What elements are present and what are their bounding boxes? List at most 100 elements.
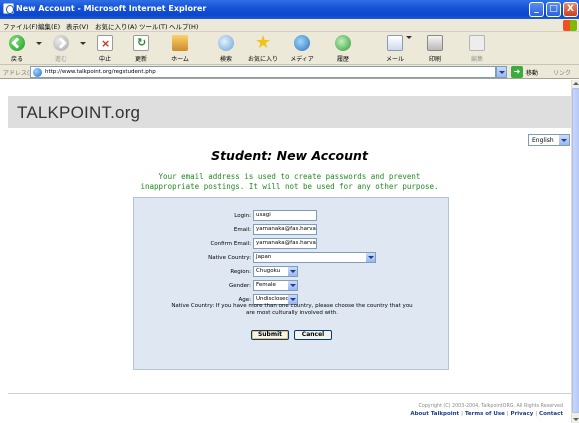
print-button[interactable]: 印刷: [418, 33, 452, 64]
mail-label: メール: [385, 56, 404, 63]
email-input[interactable]: yamanaka@fas.harva: [253, 224, 317, 235]
country-select[interactable]: Japan: [253, 252, 376, 263]
address-input[interactable]: http://www.talkpoint.org/regstudent.php: [30, 66, 496, 78]
address-dropdown-icon[interactable]: [496, 66, 507, 78]
gender-row: Gender: Female: [134, 280, 450, 292]
submit-button[interactable]: Submit: [251, 330, 289, 340]
search-label: 検索: [219, 56, 232, 63]
language-select[interactable]: English: [528, 134, 570, 146]
gender-label: Gender:: [228, 283, 251, 289]
edit-page-icon: [469, 35, 485, 51]
star-icon: ★: [255, 32, 272, 53]
confirm-email-label: Confirm Email:: [210, 241, 251, 247]
menu-favorites[interactable]: お気に入り(A): [95, 21, 137, 31]
menu-view[interactable]: 表示(V): [66, 21, 89, 31]
home-button[interactable]: ホーム: [163, 33, 197, 64]
gender-select[interactable]: Female: [253, 280, 298, 291]
back-dropdown-icon[interactable]: [36, 42, 42, 45]
footer-separator: |: [535, 411, 538, 417]
media-button[interactable]: メディア: [285, 33, 319, 64]
title-bar: New Account - Microsoft Internet Explore…: [0, 0, 579, 19]
email-row: Email: yamanaka@fas.harva: [134, 224, 450, 236]
back-button[interactable]: 戻る: [0, 33, 34, 64]
notice-line-1: Your email address is used to create pas…: [158, 172, 421, 181]
refresh-button[interactable]: ↻ 更新: [124, 33, 158, 64]
country-value: Japan: [256, 254, 272, 260]
edit-button[interactable]: 編集: [460, 33, 494, 64]
login-input[interactable]: usagi: [253, 210, 317, 221]
media-label: メディア: [290, 56, 314, 63]
close-button[interactable]: X: [563, 2, 578, 17]
country-label: Native Country:: [208, 255, 251, 261]
links-button[interactable]: リンク: [553, 68, 571, 77]
chevron-down-icon: [366, 253, 375, 262]
stop-button[interactable]: × 中止: [88, 33, 122, 64]
page-content: TALKPOINT.org English Student: New Accou…: [0, 80, 571, 423]
toolbar: 戻る 進む × 中止 ↻ 更新 ホーム 検索 ★ お気に入り メディア 履歴 メ…: [0, 32, 579, 65]
login-label: Login:: [234, 213, 251, 219]
forward-dropdown-icon[interactable]: [80, 42, 86, 45]
history-button[interactable]: 履歴: [326, 33, 360, 64]
print-label: 印刷: [428, 56, 441, 63]
menu-tools[interactable]: ツール(T): [139, 21, 168, 31]
site-logo[interactable]: TALKPOINT.org: [17, 103, 140, 123]
search-button[interactable]: 検索: [209, 33, 243, 64]
mail-icon: [387, 35, 403, 51]
window-title: New Account - Microsoft Internet Explore…: [16, 4, 207, 13]
confirm-email-input[interactable]: yamanaka@fas.harva: [253, 238, 317, 249]
help-line-2: are most culturally involved with.: [246, 310, 338, 316]
go-button[interactable]: 移動: [526, 68, 538, 77]
stop-label: 中止: [98, 56, 111, 63]
menu-edit[interactable]: 編集(E): [38, 21, 60, 31]
email-label: Email:: [233, 227, 251, 233]
cancel-button[interactable]: Cancel: [294, 330, 332, 340]
region-row: Region: Chugoku: [134, 266, 450, 278]
refresh-label: 更新: [134, 56, 147, 63]
gender-value: Female: [256, 282, 276, 288]
scroll-up-icon[interactable]: [573, 82, 579, 85]
media-icon: [294, 35, 310, 51]
menu-help[interactable]: ヘルプ(H): [169, 21, 198, 31]
mail-dropdown-icon[interactable]: [406, 36, 412, 39]
favorites-label: お気に入り: [247, 56, 278, 63]
search-icon: [218, 35, 234, 51]
copyright-text: Copyright (C) 2003-2004, TalkpointORG. A…: [418, 404, 563, 409]
edit-label: 編集: [470, 56, 483, 63]
age-value: Undisclosed: [256, 296, 290, 302]
scrollbar-thumb[interactable]: [572, 88, 579, 413]
footer-divider: [8, 393, 571, 394]
privacy-link[interactable]: Privacy: [511, 411, 534, 417]
home-icon: [172, 35, 188, 51]
favorites-button[interactable]: ★ お気に入り: [246, 33, 280, 64]
about-link[interactable]: About Talkpoint: [410, 411, 459, 417]
scroll-down-icon[interactable]: [573, 418, 579, 421]
home-label: ホーム: [171, 56, 189, 63]
notice-line-2: inappropriate postings. It will not be u…: [140, 182, 439, 191]
maximize-button[interactable]: □: [546, 2, 561, 17]
vertical-scrollbar[interactable]: [571, 80, 579, 423]
ie-icon: [3, 3, 14, 14]
forward-label: 進む: [54, 56, 67, 63]
address-url: http://www.talkpoint.org/regstudent.php: [45, 69, 156, 75]
confirm-email-row: Confirm Email: yamanaka@fas.harva: [134, 238, 450, 250]
region-value: Chugoku: [256, 268, 281, 274]
terms-link[interactable]: Terms of Use: [465, 411, 505, 417]
printer-icon: [427, 35, 443, 51]
page-title: Student: New Account: [211, 148, 368, 163]
help-line-1: Native Country: If you have more than on…: [171, 303, 413, 309]
address-bar: アドレス(D) http://www.talkpoint.org/regstud…: [0, 65, 579, 79]
forward-button[interactable]: 進む: [44, 33, 78, 64]
history-label: 履歴: [336, 56, 349, 63]
contact-link[interactable]: Contact: [539, 411, 563, 417]
go-arrow-icon[interactable]: ➜: [511, 66, 523, 78]
email-notice: Your email address is used to create pas…: [130, 172, 449, 192]
chevron-down-icon: [288, 281, 297, 290]
minimize-button[interactable]: _: [529, 2, 544, 17]
region-select[interactable]: Chugoku: [253, 266, 298, 277]
language-value: English: [532, 137, 554, 144]
menu-file[interactable]: ファイル(F): [3, 21, 38, 31]
footer-separator: |: [461, 411, 463, 417]
registration-form: Login: usagi Email: yamanaka@fas.harva C…: [133, 197, 449, 370]
forward-arrow-icon: [53, 35, 69, 51]
footer-links: About Talkpoint | Terms of Use | Privacy…: [410, 411, 563, 417]
